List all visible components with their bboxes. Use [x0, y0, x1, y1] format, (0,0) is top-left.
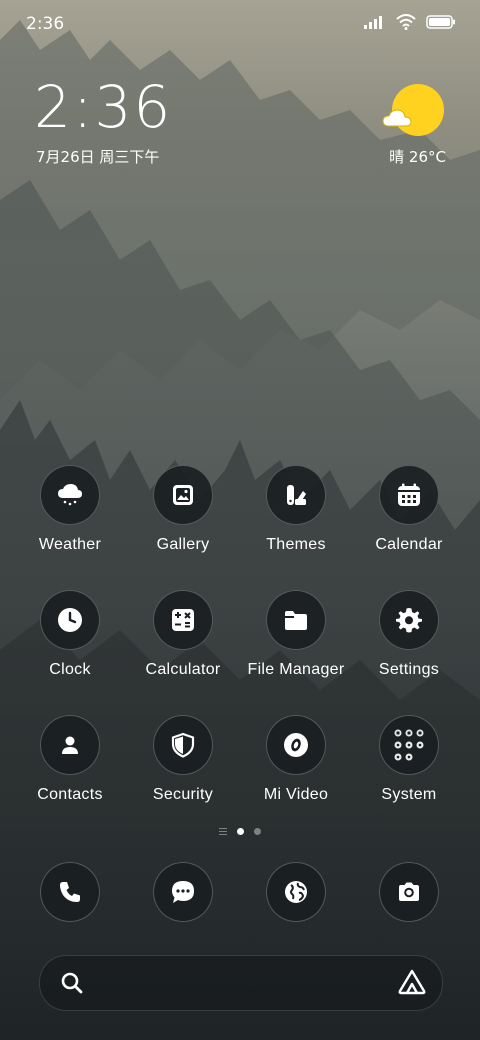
- cloud-icon: [382, 109, 412, 127]
- camera-icon: [399, 882, 419, 901]
- app-clock-circle: [40, 590, 100, 650]
- app-contacts[interactable]: Contacts: [10, 715, 130, 804]
- search-icon: [61, 972, 83, 994]
- wifi-icon: [396, 14, 416, 30]
- browser-icon: [285, 881, 307, 903]
- app-security-circle: [153, 715, 213, 775]
- app-security[interactable]: Security: [123, 715, 243, 804]
- app-system-folder[interactable]: System: [349, 715, 469, 804]
- dock-messages[interactable]: [123, 862, 243, 922]
- phone-icon: [60, 882, 80, 902]
- app-label: Clock: [49, 661, 91, 678]
- weather-cloud-icon: [58, 484, 82, 506]
- app-mi-video-circle: [266, 715, 326, 775]
- app-contacts-circle: [40, 715, 100, 775]
- app-themes[interactable]: Themes: [236, 465, 356, 554]
- clock-widget-time[interactable]: 2:36: [34, 78, 172, 136]
- shield-icon: [171, 732, 195, 758]
- gallery-icon: [173, 485, 193, 505]
- system-folder-icon: [394, 729, 424, 761]
- person-icon: [62, 736, 78, 754]
- app-label: Settings: [378, 661, 440, 678]
- app-system-folder-circle: [379, 715, 439, 775]
- app-file-manager[interactable]: File Manager: [236, 590, 356, 679]
- gear-icon: [396, 608, 422, 633]
- page-dot[interactable]: [254, 828, 261, 835]
- app-label: Calendar: [375, 536, 443, 553]
- calendar-icon: [398, 483, 420, 506]
- app-file-manager-circle: [266, 590, 326, 650]
- folder-icon: [285, 611, 307, 630]
- app-label: Gallery: [156, 536, 210, 553]
- clock-widget-date: 7月26日 周三下午: [36, 148, 160, 166]
- weather-widget-text: 晴 26°C: [389, 148, 446, 166]
- app-label: Themes: [266, 536, 326, 553]
- app-settings-circle: [379, 590, 439, 650]
- app-label: System: [381, 786, 437, 803]
- dock-browser[interactable]: [236, 862, 356, 922]
- app-themes-circle: [266, 465, 326, 525]
- themes-icon: [287, 485, 306, 505]
- app-label: Calculator: [145, 661, 221, 678]
- search-bar[interactable]: [39, 955, 443, 1011]
- assistant-icon[interactable]: [398, 969, 426, 995]
- signal-icon: [364, 16, 382, 29]
- app-calendar-circle: [379, 465, 439, 525]
- app-drawer-indicator[interactable]: [219, 828, 227, 835]
- status-bar: 2:36: [0, 0, 480, 50]
- status-icons: [364, 14, 456, 30]
- dock-messages-circle: [153, 862, 213, 922]
- dock-phone[interactable]: [10, 862, 130, 922]
- weather-widget[interactable]: 晴 26°C: [382, 84, 446, 166]
- dock-camera-circle: [379, 862, 439, 922]
- app-label: Mi Video: [263, 786, 329, 803]
- app-label: Weather: [38, 536, 102, 553]
- dock-camera[interactable]: [349, 862, 469, 922]
- app-weather-circle: [40, 465, 100, 525]
- app-gallery[interactable]: Gallery: [123, 465, 243, 554]
- video-icon: [284, 733, 308, 757]
- page-dot-active[interactable]: [237, 828, 244, 835]
- messages-icon: [172, 881, 194, 903]
- status-time: 2:36: [26, 14, 65, 34]
- app-calculator-circle: [153, 590, 213, 650]
- app-label: File Manager: [247, 661, 345, 678]
- app-gallery-circle: [153, 465, 213, 525]
- app-calculator[interactable]: Calculator: [123, 590, 243, 679]
- page-indicator[interactable]: [0, 828, 480, 835]
- app-label: Contacts: [37, 786, 103, 803]
- app-settings[interactable]: Settings: [349, 590, 469, 679]
- app-label: Security: [152, 786, 214, 803]
- app-mi-video[interactable]: Mi Video: [236, 715, 356, 804]
- battery-icon: [426, 15, 455, 29]
- clock-icon: [58, 608, 82, 632]
- dock-phone-circle: [40, 862, 100, 922]
- dock: [0, 862, 480, 926]
- app-weather[interactable]: Weather: [10, 465, 130, 554]
- app-calendar[interactable]: Calendar: [349, 465, 469, 554]
- dock-browser-circle: [266, 862, 326, 922]
- app-clock[interactable]: Clock: [10, 590, 130, 679]
- calculator-icon: [172, 609, 194, 631]
